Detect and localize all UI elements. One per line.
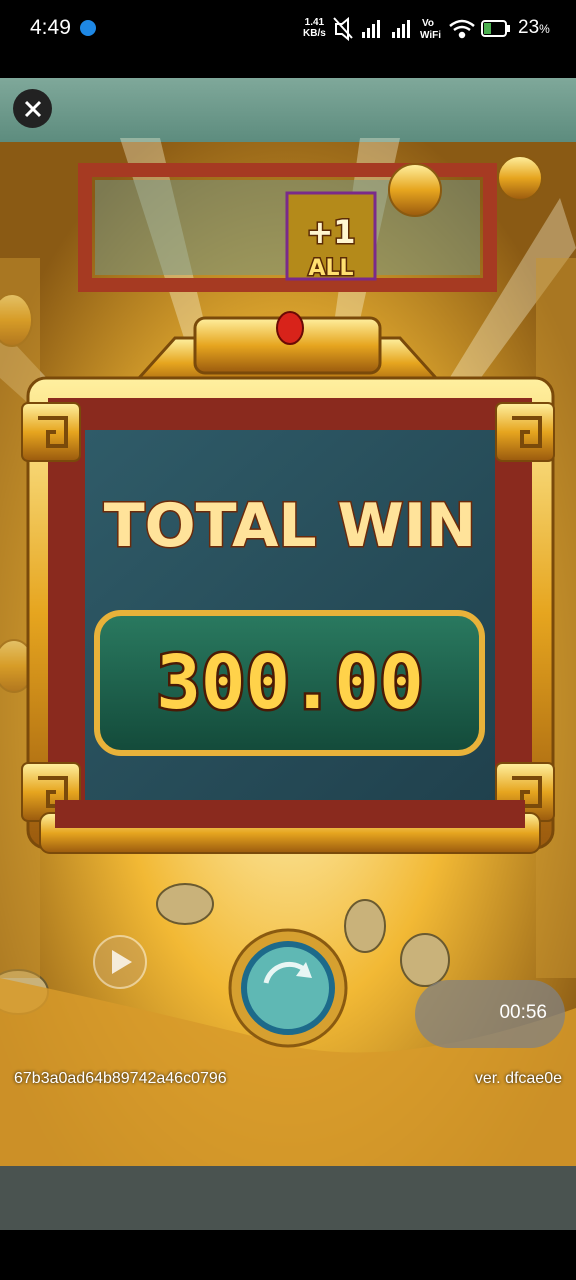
- status-icons: Vo WiFi: [333, 16, 510, 42]
- battery-icon: [481, 20, 510, 37]
- autoplay-icon: [93, 935, 147, 989]
- network-speed-value: 1.41: [304, 17, 325, 28]
- bonus-badge-line1: +1: [306, 213, 355, 251]
- total-win-amount: 300.00: [156, 640, 423, 726]
- status-time: 4:49: [30, 16, 71, 39]
- spin-button-icon: [228, 928, 348, 1048]
- status-bar: 4:49 1.41 KB/s Vo WiFi 23%: [0, 0, 576, 62]
- network-speed: 1.41 KB/s: [303, 17, 326, 39]
- timer-value: 00:56: [499, 1002, 547, 1023]
- battery-percent-value: 23: [518, 17, 540, 38]
- total-win-panel: TOTAL WIN 300.00: [21, 311, 555, 854]
- total-win-title: TOTAL WIN: [104, 491, 476, 561]
- vowifi-label-2: WiFi: [420, 30, 441, 41]
- session-hash: 67b3a0ad64b89742a46c0796: [14, 1070, 227, 1087]
- bonus-badge: +1 ALL: [285, 191, 377, 283]
- bottom-bar: [0, 1166, 576, 1230]
- close-icon: [24, 100, 41, 117]
- network-speed-unit: KB/s: [303, 28, 326, 39]
- recording-timer[interactable]: 00:56: [415, 980, 565, 1048]
- battery-percent-unit: %: [539, 22, 550, 36]
- vowifi-label-1: Vo: [422, 18, 434, 29]
- signal-icon-2: [392, 20, 410, 38]
- wifi-icon: [449, 19, 475, 39]
- close-button[interactable]: [13, 89, 52, 128]
- bonus-badge-line2: ALL: [308, 256, 353, 281]
- mute-icon: [333, 16, 353, 42]
- signal-icon-1: [362, 20, 380, 38]
- version-label: ver. dfcae0e: [474, 1070, 562, 1087]
- app-notification-icon: [80, 20, 96, 36]
- battery-percent: 23%: [518, 17, 550, 39]
- ruby-gem-icon: [276, 311, 304, 345]
